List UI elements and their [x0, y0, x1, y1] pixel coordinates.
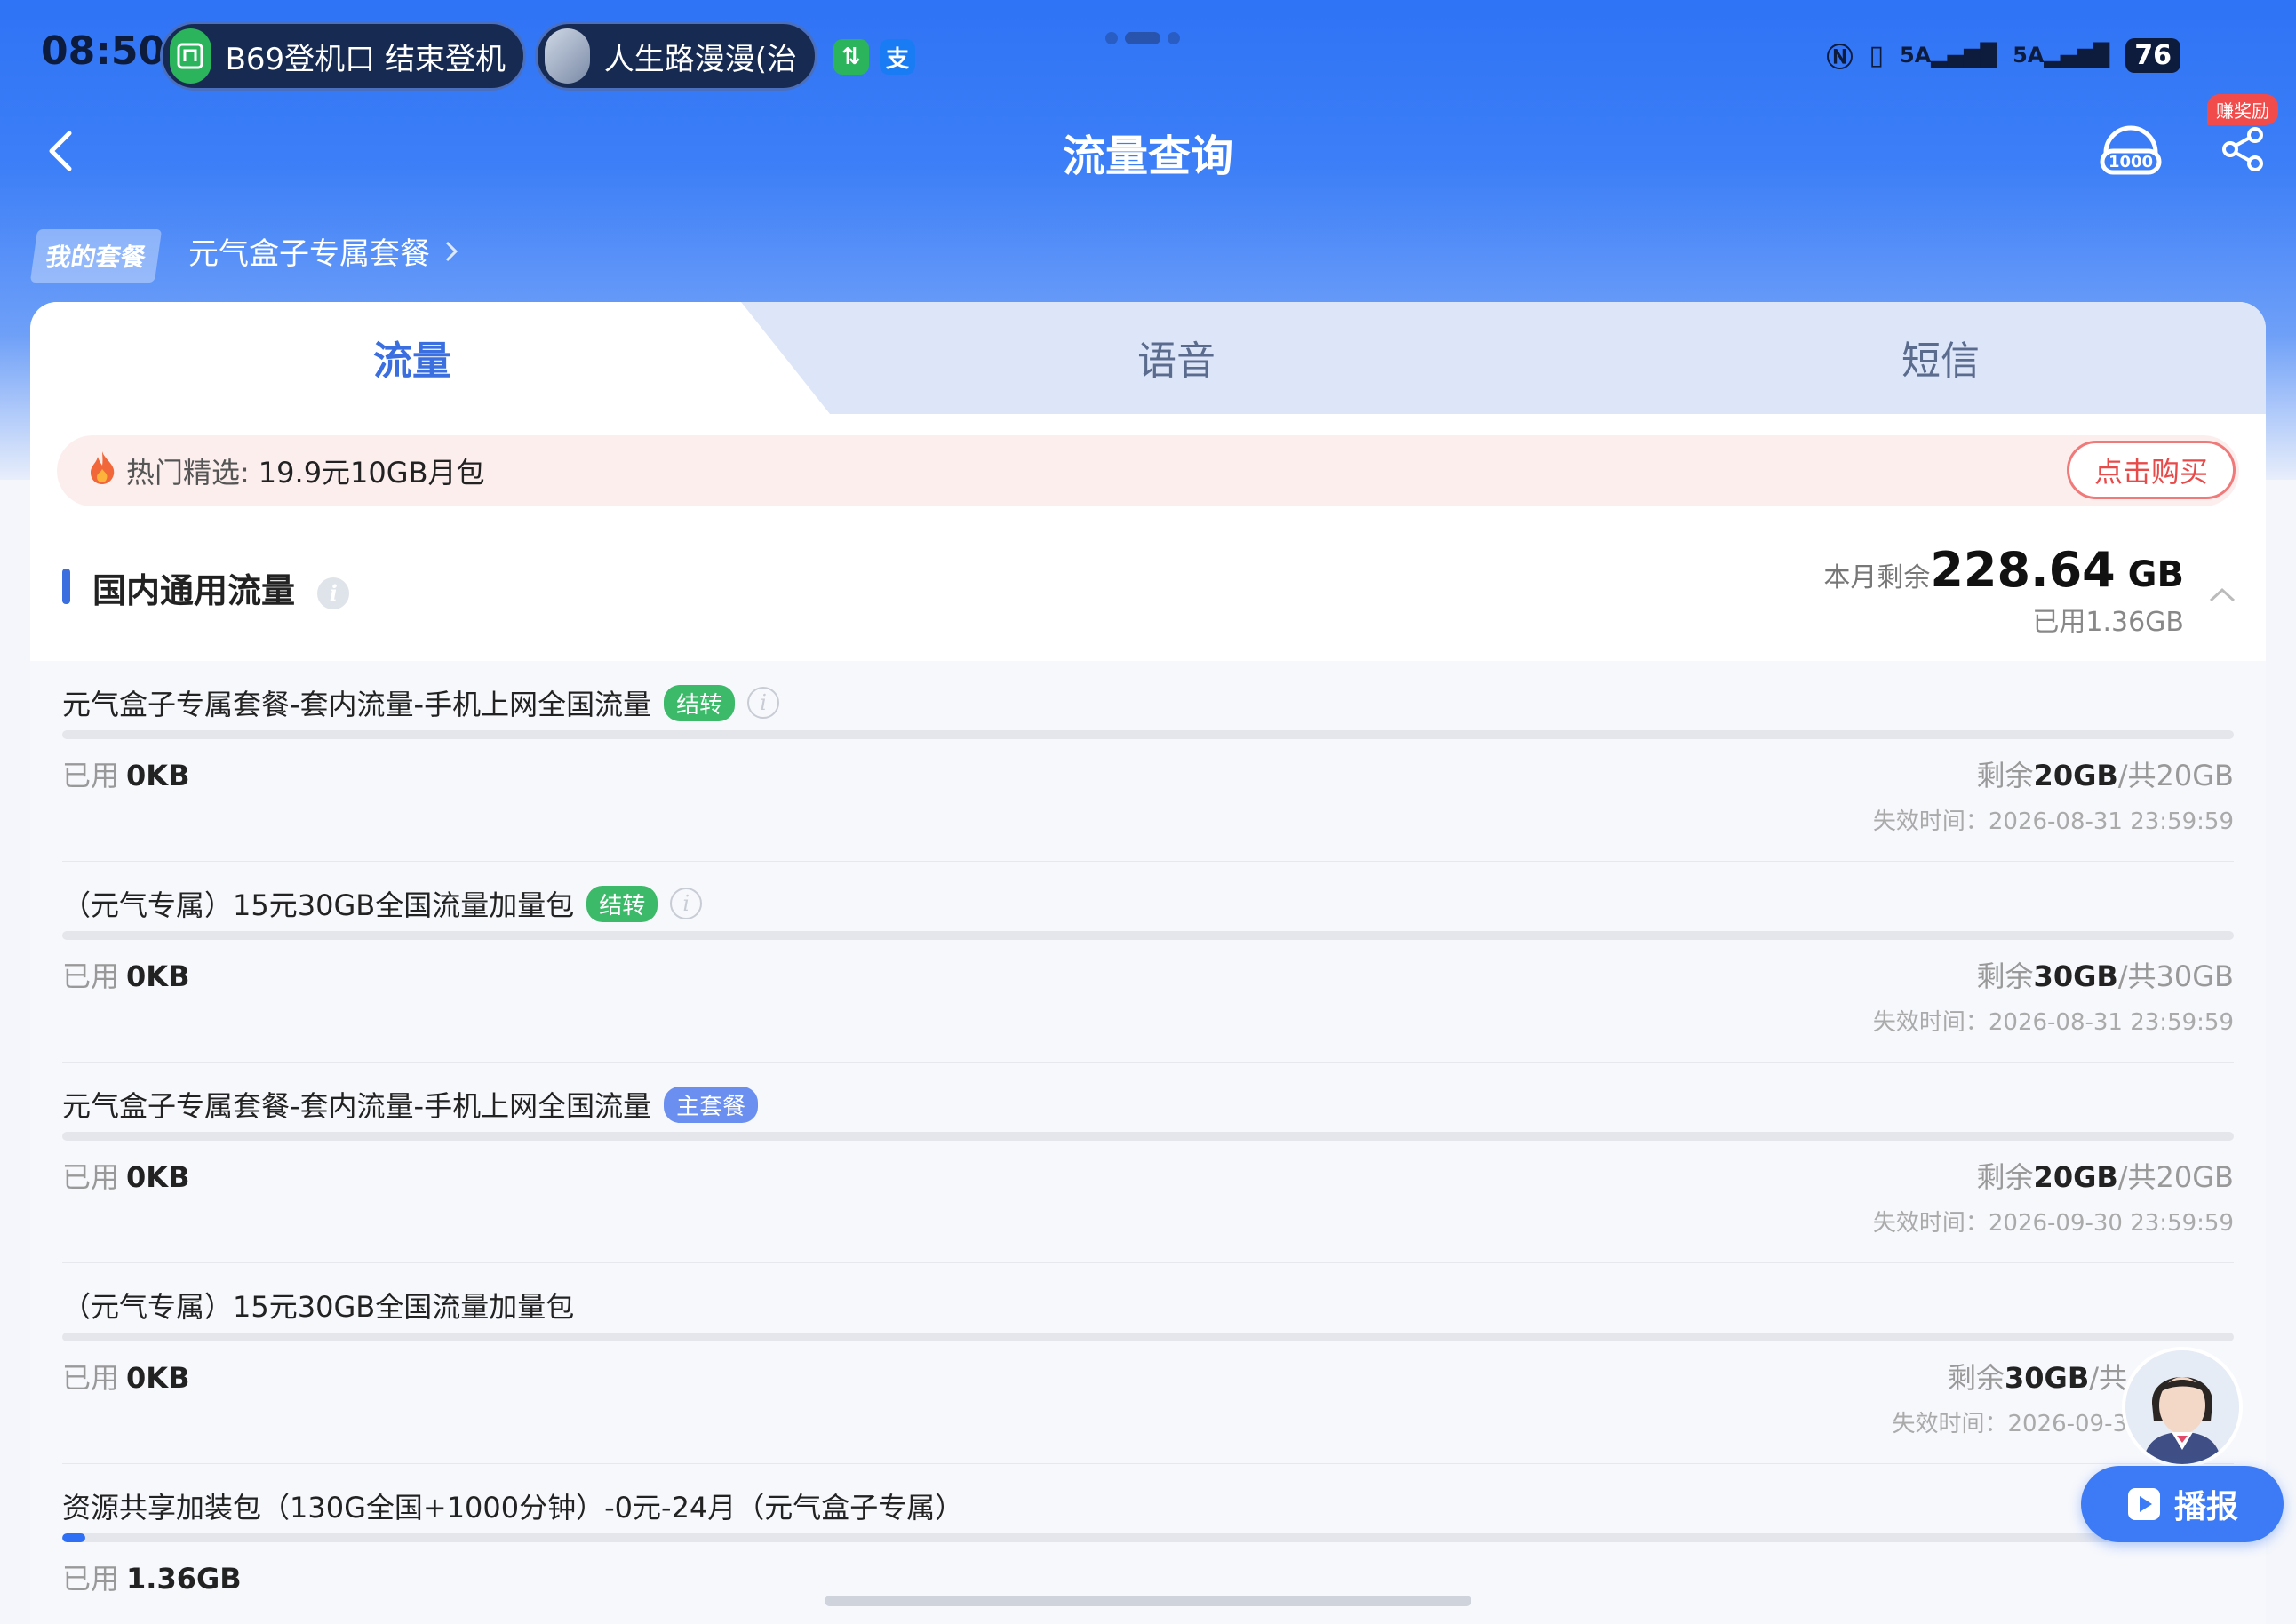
live-activity-music[interactable]: 人生路漫漫(治 — [535, 21, 817, 91]
used-amount: 已用 0KB — [62, 1361, 190, 1395]
chevron-right-icon — [445, 241, 458, 261]
package-item[interactable]: （元气专属）15元30GB全国流量加量包 已用 0KB 剩余30GB/共 失效时间… — [62, 1263, 2234, 1464]
remaining-amount: 剩余30GB/共 — [1948, 1361, 2127, 1395]
signal-icon-2: 5A▂▄▆█ — [2013, 43, 2110, 68]
broadcast-label: 播报 — [2173, 1489, 2238, 1525]
reward-badge: 赚奖励 — [2207, 94, 2278, 125]
transit-app-icon[interactable]: ⇅ — [833, 39, 869, 75]
expiry-time: 失效时间：2026-09-3 — [1892, 1411, 2127, 1437]
package-title-text: 元气盒子专属套餐-套内流量-手机上网全国流量 — [62, 688, 652, 721]
used-amount: 已用 0KB — [62, 759, 190, 792]
usage-progress-bar — [62, 1533, 2234, 1542]
info-icon[interactable]: i — [317, 577, 350, 609]
promo-label: 热门精选: — [126, 456, 250, 490]
svg-text:1000: 1000 — [2109, 153, 2153, 171]
info-icon[interactable]: i — [747, 687, 780, 719]
remaining-value: 228.64 — [1930, 542, 2116, 598]
main-plan-badge: 主套餐 — [664, 1086, 759, 1123]
broadcast-button[interactable]: 播报 — [2081, 1466, 2284, 1542]
play-icon — [2127, 1488, 2160, 1520]
domestic-data-section-header[interactable]: 国内通用流量 i 本月剩余228.64 GB 已用1.36GB — [30, 524, 2266, 657]
remaining-unit: GB — [2115, 554, 2184, 595]
live-activity-flight[interactable]: B69登机口 结束登机 — [160, 21, 526, 91]
boarding-icon — [170, 28, 211, 84]
flight-status-text: B69登机口 结束登机 — [225, 41, 506, 77]
package-item[interactable]: 元气盒子专属套餐-套内流量-手机上网全国流量 结转 i 已用 0KB 剩余20GB… — [62, 661, 2234, 862]
my-plan-tag: 我的套餐 — [29, 229, 163, 283]
share-icon[interactable] — [2218, 124, 2268, 174]
expiry-time: 失效时间：2026-08-31 23:59:59 — [1872, 808, 2234, 835]
alipay-icon[interactable]: 支 — [880, 39, 915, 75]
remaining-amount: 剩余20GB/共20GB — [1976, 759, 2234, 792]
used-amount: 已用 0KB — [62, 1160, 190, 1194]
package-title-text: 资源共享加装包（130G全国+1000分钟）-0元-24月（元气盒子专属） — [62, 1491, 964, 1524]
vibrate-icon: ▯ — [1869, 39, 1885, 71]
package-title-text: 元气盒子专属套餐-套内流量-手机上网全国流量 — [62, 1089, 652, 1123]
package-title: 元气盒子专属套餐-套内流量-手机上网全国流量 结转 i — [62, 682, 780, 723]
usage-progress-bar — [62, 1132, 2234, 1141]
assistant-avatar[interactable] — [2122, 1347, 2243, 1468]
tab-data[interactable]: 流量 — [30, 329, 794, 386]
package-title: 元气盒子专属套餐-套内流量-手机上网全国流量 主套餐 — [62, 1084, 759, 1125]
data-package-list: 元气盒子专属套餐-套内流量-手机上网全国流量 结转 i 已用 0KB 剩余20GB… — [30, 661, 2266, 1624]
package-title: （元气专属）15元30GB全国流量加量包 — [62, 1285, 574, 1325]
signal-icon: 5A▂▄▆█ — [1900, 43, 1997, 68]
usage-progress-bar — [62, 931, 2234, 940]
page-title: 流量查询 — [1062, 131, 1233, 181]
home-indicator[interactable] — [825, 1596, 1471, 1606]
tab-sms[interactable]: 短信 — [1559, 329, 2266, 386]
plan-name: 元气盒子专属套餐 — [188, 236, 430, 272]
usage-progress-bar — [62, 730, 2234, 739]
usage-progress-bar — [62, 1333, 2234, 1341]
promo-banner[interactable]: 热门精选: 19.9元10GB月包 点击购买 — [57, 435, 2239, 506]
status-bar: 08:50 B69登机口 结束登机 人生路漫漫(治 ⇅ 支 Ⓝ ▯ 5A▂▄▆█… — [0, 0, 2296, 107]
monthly-remaining: 本月剩余228.64 GB 已用1.36GB — [1823, 542, 2184, 639]
expiry-time: 失效时间：2026-09-30 23:59:59 — [1872, 1210, 2234, 1237]
tab-bar: 流量 语音 短信 — [30, 302, 2266, 414]
used-amount: 已用 0KB — [62, 959, 190, 993]
buy-button[interactable]: 点击购买 — [2067, 441, 2236, 499]
usage-progress-fill — [62, 1533, 85, 1542]
package-title-text: （元气专属）15元30GB全国流量加量包 — [62, 888, 575, 922]
package-item[interactable]: （元气专属）15元30GB全国流量加量包 结转 i 已用 0KB 剩余30GB/共… — [62, 862, 2234, 1063]
status-time: 08:50 — [41, 28, 166, 74]
expiry-time: 失效时间：2026-08-31 23:59:59 — [1872, 1009, 2234, 1036]
plan-name-link[interactable]: 元气盒子专属套餐 — [188, 229, 460, 273]
nfc-icon: Ⓝ — [1826, 43, 1854, 74]
rollover-badge: 结转 — [586, 885, 658, 922]
section-title: 国内通用流量 i — [92, 563, 350, 612]
section-title-text: 国内通用流量 — [92, 571, 296, 610]
used-total: 已用1.36GB — [2032, 607, 2184, 638]
remaining-amount: 剩余30GB/共30GB — [1976, 959, 2234, 993]
music-title-text: 人生路漫漫(治 — [603, 41, 797, 77]
page-dots — [1105, 32, 1180, 44]
chevron-up-icon[interactable] — [2207, 585, 2237, 604]
used-amount: 已用 1.36GB — [62, 1562, 242, 1596]
package-title: （元气专属）15元30GB全国流量加量包 结转 i — [62, 883, 703, 924]
promo-value: 19.9元10GB月包 — [258, 456, 485, 490]
package-title: 资源共享加装包（130G全国+1000分钟）-0元-24月（元气盒子专属） — [62, 1485, 963, 1526]
customer-service-icon[interactable]: 1000 — [2097, 119, 2164, 181]
section-accent-bar — [62, 569, 70, 604]
tab-voice[interactable]: 语音 — [794, 329, 1559, 386]
package-item[interactable]: 元气盒子专属套餐-套内流量-手机上网全国流量 主套餐 已用 0KB 剩余20GB/… — [62, 1063, 2234, 1263]
package-title-text: （元气专属）15元30GB全国流量加量包 — [62, 1290, 575, 1324]
info-icon[interactable]: i — [670, 888, 703, 919]
fire-icon — [87, 450, 117, 492]
remaining-amount: 剩余20GB/共20GB — [1976, 1160, 2234, 1194]
rollover-badge: 结转 — [664, 684, 736, 721]
main-card: 流量 语音 短信 热门精选: 19.9元10GB月包 点击购买 国内通用流量 i… — [30, 302, 2266, 1624]
system-icons: Ⓝ ▯ 5A▂▄▆█ 5A▂▄▆█ 76 — [1827, 36, 2180, 75]
battery-icon: 76 — [2125, 37, 2180, 73]
album-art-icon — [545, 28, 590, 84]
remaining-label: 本月剩余 — [1823, 562, 1931, 593]
